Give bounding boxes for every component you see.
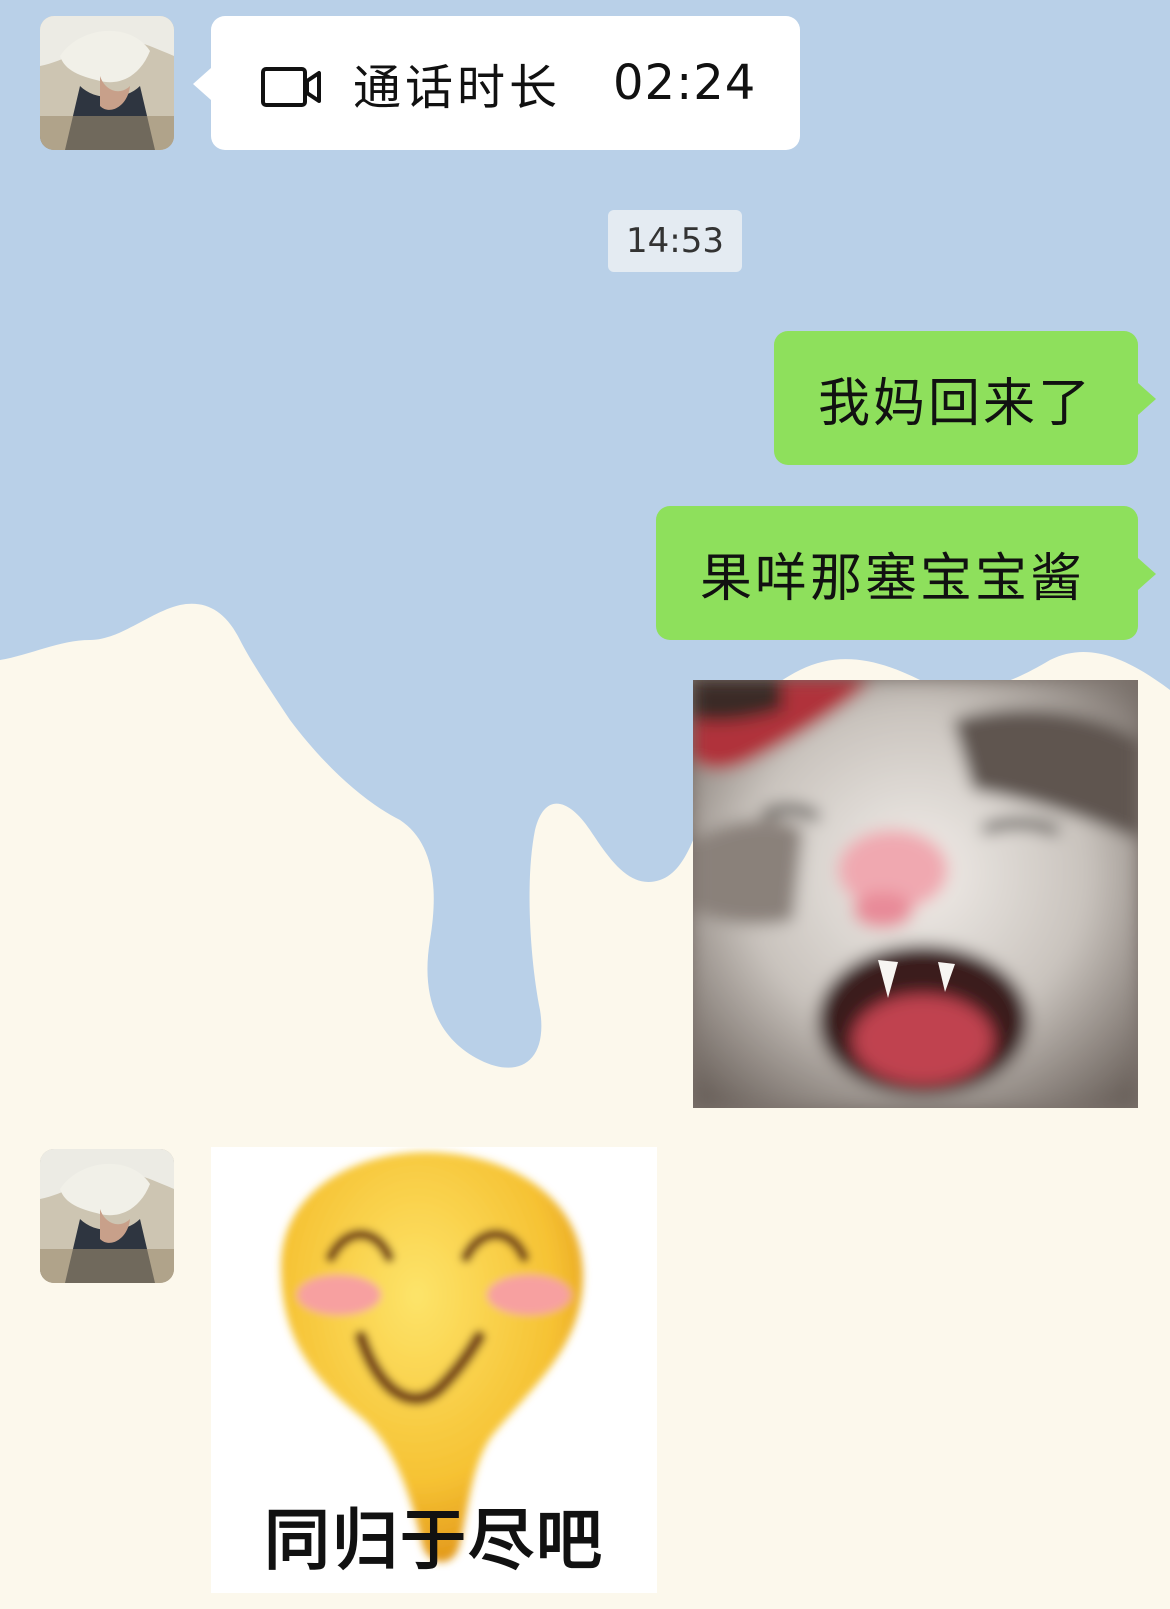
contact-avatar[interactable] [40,1149,174,1283]
outgoing-image-message[interactable] [693,680,1138,1108]
video-camera-icon [261,63,323,107]
incoming-sticker-message[interactable]: 同归于尽吧 [211,1147,657,1593]
bubble-tail [1138,383,1156,415]
message-text: 我妈回来了 [818,373,1094,434]
bubble-tail [1138,558,1156,590]
call-label: 通话时长 [353,60,562,116]
bubble-tail [193,68,211,100]
outgoing-message[interactable]: 我妈回来了 [774,331,1156,465]
outgoing-message[interactable]: 果咩那塞宝宝酱 [656,506,1156,640]
contact-avatar[interactable] [40,16,174,150]
message-timestamp: 14:53 [608,210,742,272]
call-record-bubble[interactable]: 通话时长 02:24 [193,16,800,150]
call-duration: 02:24 [613,55,757,111]
sticker-caption: 同归于尽吧 [264,1502,604,1579]
message-text: 果咩那塞宝宝酱 [700,548,1086,609]
